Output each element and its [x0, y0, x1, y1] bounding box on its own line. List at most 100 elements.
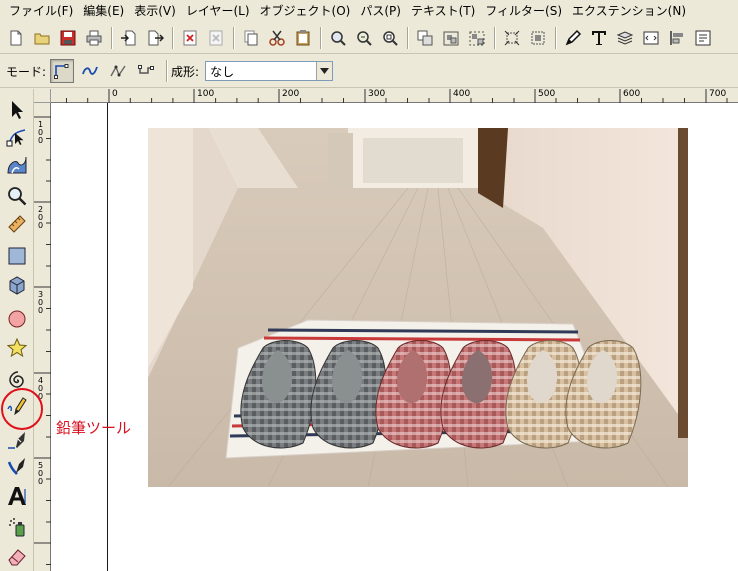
export-button[interactable] [143, 26, 167, 50]
vruler-label-100: 100 [37, 120, 44, 145]
group-icon [443, 31, 459, 45]
text-icon [592, 30, 606, 45]
star-icon [6, 337, 28, 358]
align-distribute-button[interactable] [665, 26, 689, 50]
layers-icon [616, 30, 634, 45]
shape-select[interactable]: なし [205, 61, 334, 81]
zoom-page-button[interactable] [378, 26, 402, 50]
new-document-button[interactable] [4, 26, 28, 50]
shape-label: 成形: [171, 64, 200, 79]
open-button[interactable] [30, 26, 54, 50]
duplicate-icon [417, 30, 433, 45]
menu-layer[interactable]: レイヤー(L) [181, 0, 255, 22]
paste-button[interactable] [291, 26, 315, 50]
vruler-label-200: 200 [37, 205, 44, 230]
menu-extensions[interactable]: エクステンション(N) [567, 0, 691, 22]
text-font-button[interactable] [587, 26, 611, 50]
mode-paraxial-path-button[interactable] [134, 59, 158, 83]
delete-icon [183, 30, 197, 45]
tool-controls-bar: モード: 成形: なし [0, 55, 738, 88]
horizontal-ruler[interactable]: 0 100 200 300 400 500 600 700 [51, 89, 738, 103]
3d-box-tool[interactable] [4, 272, 30, 298]
toolbar-separator [233, 26, 234, 49]
toolbox [0, 89, 34, 571]
fill-stroke-button[interactable] [561, 26, 585, 50]
mode-spiro-path-button[interactable] [78, 59, 102, 83]
ellipse-tool[interactable] [4, 306, 30, 332]
xml-editor-button[interactable] [639, 26, 663, 50]
zoom-tool[interactable] [4, 183, 30, 209]
duplicate-button[interactable] [413, 26, 437, 50]
circle-icon [8, 310, 26, 328]
floppy-icon [60, 30, 76, 45]
toolbar-separator [494, 26, 495, 49]
transform-icon [504, 30, 520, 45]
toolbar-separator [166, 60, 168, 82]
text-tool[interactable] [4, 483, 30, 509]
measure-tool[interactable] [4, 211, 30, 237]
node-tool[interactable] [4, 124, 30, 150]
clipboard-icon [296, 29, 310, 45]
toolbar-separator [320, 26, 321, 49]
menu-file[interactable]: ファイル(F) [4, 0, 78, 22]
export-icon [148, 30, 164, 45]
ungroup-button[interactable] [465, 26, 489, 50]
import-button[interactable] [117, 26, 141, 50]
eraser-tool[interactable] [4, 543, 30, 569]
magnifier-icon [8, 187, 27, 206]
vertical-ruler[interactable]: 100 200 300 400 500 [34, 103, 51, 571]
zoom-drawing-button[interactable] [352, 26, 376, 50]
calligraphy-tool[interactable] [4, 454, 30, 480]
pencil-tool-annotation-label: 鉛筆ツール [56, 419, 132, 437]
pen-edit-icon [565, 29, 582, 45]
tweak-tool[interactable] [4, 151, 30, 177]
command-toolbar [0, 22, 738, 54]
zoom-drawing-icon [357, 30, 372, 46]
menu-bar: ファイル(F) 編集(E) 表示(V) レイヤー(L) オブジェクト(O) パス… [0, 0, 738, 22]
snap-button[interactable] [500, 26, 524, 50]
bspline-icon [110, 65, 126, 77]
pen-bezier-tool[interactable] [4, 427, 30, 453]
save-button[interactable] [56, 26, 80, 50]
align-icon [531, 31, 545, 44]
ruler-label-200: 200 [282, 89, 300, 99]
text-a-icon [8, 487, 26, 505]
align-button[interactable] [526, 26, 550, 50]
tweak-wave-icon [7, 156, 27, 174]
undo-button[interactable] [178, 26, 202, 50]
print-button[interactable] [82, 26, 106, 50]
zoom-page-icon [383, 30, 398, 46]
redo-button[interactable] [204, 26, 228, 50]
spiro-curve-icon [82, 66, 98, 75]
ruler-label-300: 300 [368, 89, 386, 99]
mode-bspline-path-button[interactable] [106, 59, 130, 83]
menu-path[interactable]: パス(P) [355, 0, 406, 22]
menu-view[interactable]: 表示(V) [129, 0, 181, 22]
vruler-label-500: 500 [37, 461, 44, 486]
rectangle-icon [8, 247, 26, 265]
copy-button[interactable] [239, 26, 263, 50]
star-tool[interactable] [4, 335, 30, 361]
selector-tool[interactable] [4, 97, 30, 123]
zoom-selection-button[interactable] [326, 26, 350, 50]
ruler-label-400: 400 [453, 89, 471, 99]
pen-nib-icon [8, 432, 25, 449]
group-button[interactable] [439, 26, 463, 50]
rectangle-tool[interactable] [4, 243, 30, 269]
eraser-icon [8, 549, 26, 566]
cut-button[interactable] [265, 26, 289, 50]
dropdown-arrow-icon[interactable] [316, 62, 333, 80]
menu-object[interactable]: オブジェクト(O) [255, 0, 356, 22]
layers-button[interactable] [613, 26, 637, 50]
spray-tool[interactable] [4, 514, 30, 540]
menu-text[interactable]: テキスト(T) [406, 0, 480, 22]
menu-edit[interactable]: 編集(E) [78, 0, 129, 22]
align-distribute-icon [670, 30, 683, 45]
ruler-label-0: 0 [112, 89, 118, 99]
menu-filters[interactable]: フィルター(S) [480, 0, 567, 22]
hallway-slippers-photo[interactable] [148, 128, 688, 487]
preferences-button[interactable] [691, 26, 715, 50]
vruler-label-300: 300 [37, 290, 44, 315]
mode-regular-path-button[interactable] [50, 59, 75, 83]
preferences-icon [695, 30, 711, 45]
